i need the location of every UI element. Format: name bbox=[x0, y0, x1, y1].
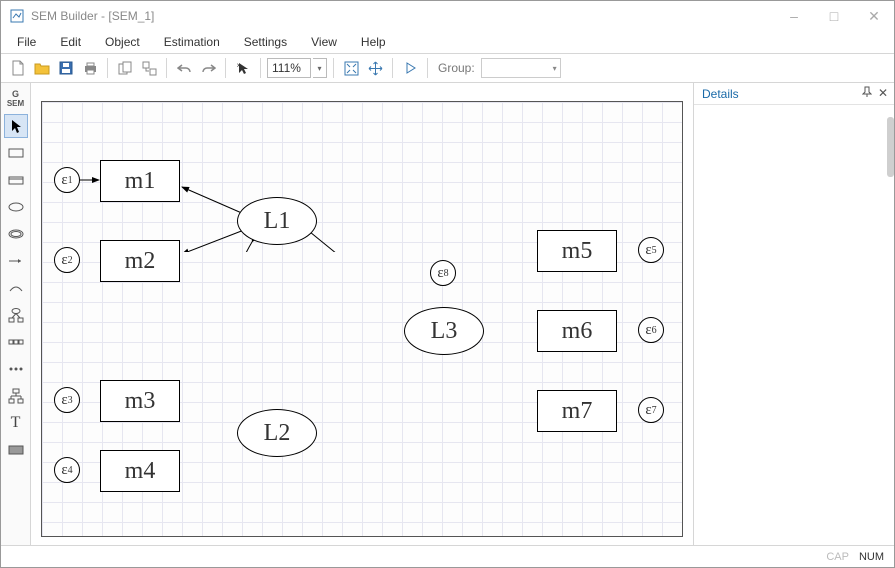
menu-estimation[interactable]: Estimation bbox=[154, 33, 230, 51]
gsem-tool[interactable]: GSEM bbox=[4, 87, 28, 111]
pin-icon[interactable] bbox=[862, 86, 872, 101]
run-icon[interactable] bbox=[399, 57, 421, 79]
tree-tool[interactable] bbox=[4, 384, 28, 408]
node-m4[interactable]: m4 bbox=[100, 450, 180, 492]
close-button[interactable]: ✕ bbox=[854, 1, 894, 31]
move-icon[interactable] bbox=[364, 57, 386, 79]
error-e4[interactable]: ε4 bbox=[54, 457, 80, 483]
error-e5[interactable]: ε5 bbox=[638, 237, 664, 263]
group-label: Group: bbox=[438, 61, 475, 75]
node-m6[interactable]: m6 bbox=[537, 310, 617, 352]
title-bar: SEM Builder - [SEM_1] – □ ✕ bbox=[1, 1, 894, 31]
group-dropdown[interactable]: ▾ bbox=[481, 58, 561, 78]
left-toolbar: GSEM T bbox=[1, 83, 31, 545]
error-e6[interactable]: ε6 bbox=[638, 317, 664, 343]
scrollbar-thumb[interactable] bbox=[887, 117, 894, 177]
observed-box2-tool[interactable] bbox=[4, 168, 28, 192]
covariance-tool[interactable] bbox=[4, 276, 28, 300]
new-icon[interactable] bbox=[7, 57, 29, 79]
status-bar: CAP NUM bbox=[1, 545, 894, 567]
open-icon[interactable] bbox=[31, 57, 53, 79]
menu-bar: File Edit Object Estimation Settings Vie… bbox=[1, 31, 894, 53]
dots-tool[interactable] bbox=[4, 357, 28, 381]
app-icon bbox=[9, 8, 25, 24]
rect-fill-tool[interactable] bbox=[4, 438, 28, 462]
node-m5[interactable]: m5 bbox=[537, 230, 617, 272]
node-L3[interactable]: L3 bbox=[404, 307, 484, 355]
menu-edit[interactable]: Edit bbox=[50, 33, 91, 51]
menu-object[interactable]: Object bbox=[95, 33, 150, 51]
svg-text:x: x bbox=[237, 63, 240, 69]
copy-icon[interactable] bbox=[114, 57, 136, 79]
error-e8[interactable]: ε8 bbox=[430, 260, 456, 286]
details-panel: Details ✕ bbox=[694, 83, 894, 545]
text-tool[interactable]: T bbox=[4, 411, 28, 435]
fit-icon[interactable] bbox=[340, 57, 362, 79]
canvas-area[interactable]: m1 m2 m3 m4 m5 m6 m7 L1 L2 L3 ε1 ε2 ε3 ε… bbox=[31, 83, 694, 545]
error-e7[interactable]: ε7 bbox=[638, 397, 664, 423]
path-tool[interactable] bbox=[4, 249, 28, 273]
error-e1[interactable]: ε1 bbox=[54, 167, 80, 193]
latent-ellipse-tool[interactable] bbox=[4, 195, 28, 219]
node-L1[interactable]: L1 bbox=[237, 197, 317, 245]
observed-box-tool[interactable] bbox=[4, 141, 28, 165]
node-L2[interactable]: L2 bbox=[237, 409, 317, 457]
zoom-input[interactable]: 111% bbox=[267, 58, 311, 78]
menu-file[interactable]: File bbox=[7, 33, 46, 51]
status-cap: CAP bbox=[826, 551, 849, 563]
latent-double-tool[interactable] bbox=[4, 222, 28, 246]
node-m1[interactable]: m1 bbox=[100, 160, 180, 202]
node-m2[interactable]: m2 bbox=[100, 240, 180, 282]
node-m3[interactable]: m3 bbox=[100, 380, 180, 422]
save-icon[interactable] bbox=[55, 57, 77, 79]
undo-icon[interactable] bbox=[173, 57, 195, 79]
print-icon[interactable] bbox=[79, 57, 101, 79]
maximize-button[interactable]: □ bbox=[814, 1, 854, 31]
sem-canvas[interactable]: m1 m2 m3 m4 m5 m6 m7 L1 L2 L3 ε1 ε2 ε3 ε… bbox=[41, 101, 683, 537]
node-m7[interactable]: m7 bbox=[537, 390, 617, 432]
menu-settings[interactable]: Settings bbox=[234, 33, 297, 51]
zoom-dropdown[interactable]: ▾ bbox=[313, 58, 327, 78]
chain-tool[interactable] bbox=[4, 330, 28, 354]
details-title: Details bbox=[702, 87, 739, 101]
error-e2[interactable]: ε2 bbox=[54, 247, 80, 273]
main-toolbar: x 111% ▾ Group: ▾ bbox=[1, 53, 894, 83]
minimize-button[interactable]: – bbox=[774, 1, 814, 31]
window-title: SEM Builder - [SEM_1] bbox=[31, 9, 154, 23]
measurement-tool[interactable] bbox=[4, 303, 28, 327]
duplicate-icon[interactable] bbox=[138, 57, 160, 79]
close-panel-icon[interactable]: ✕ bbox=[878, 86, 888, 101]
redo-icon[interactable] bbox=[197, 57, 219, 79]
error-e3[interactable]: ε3 bbox=[54, 387, 80, 413]
status-num: NUM bbox=[859, 551, 884, 563]
menu-help[interactable]: Help bbox=[351, 33, 396, 51]
menu-view[interactable]: View bbox=[301, 33, 347, 51]
select-tool[interactable] bbox=[4, 114, 28, 138]
pointer-tool-icon[interactable]: x bbox=[232, 57, 254, 79]
